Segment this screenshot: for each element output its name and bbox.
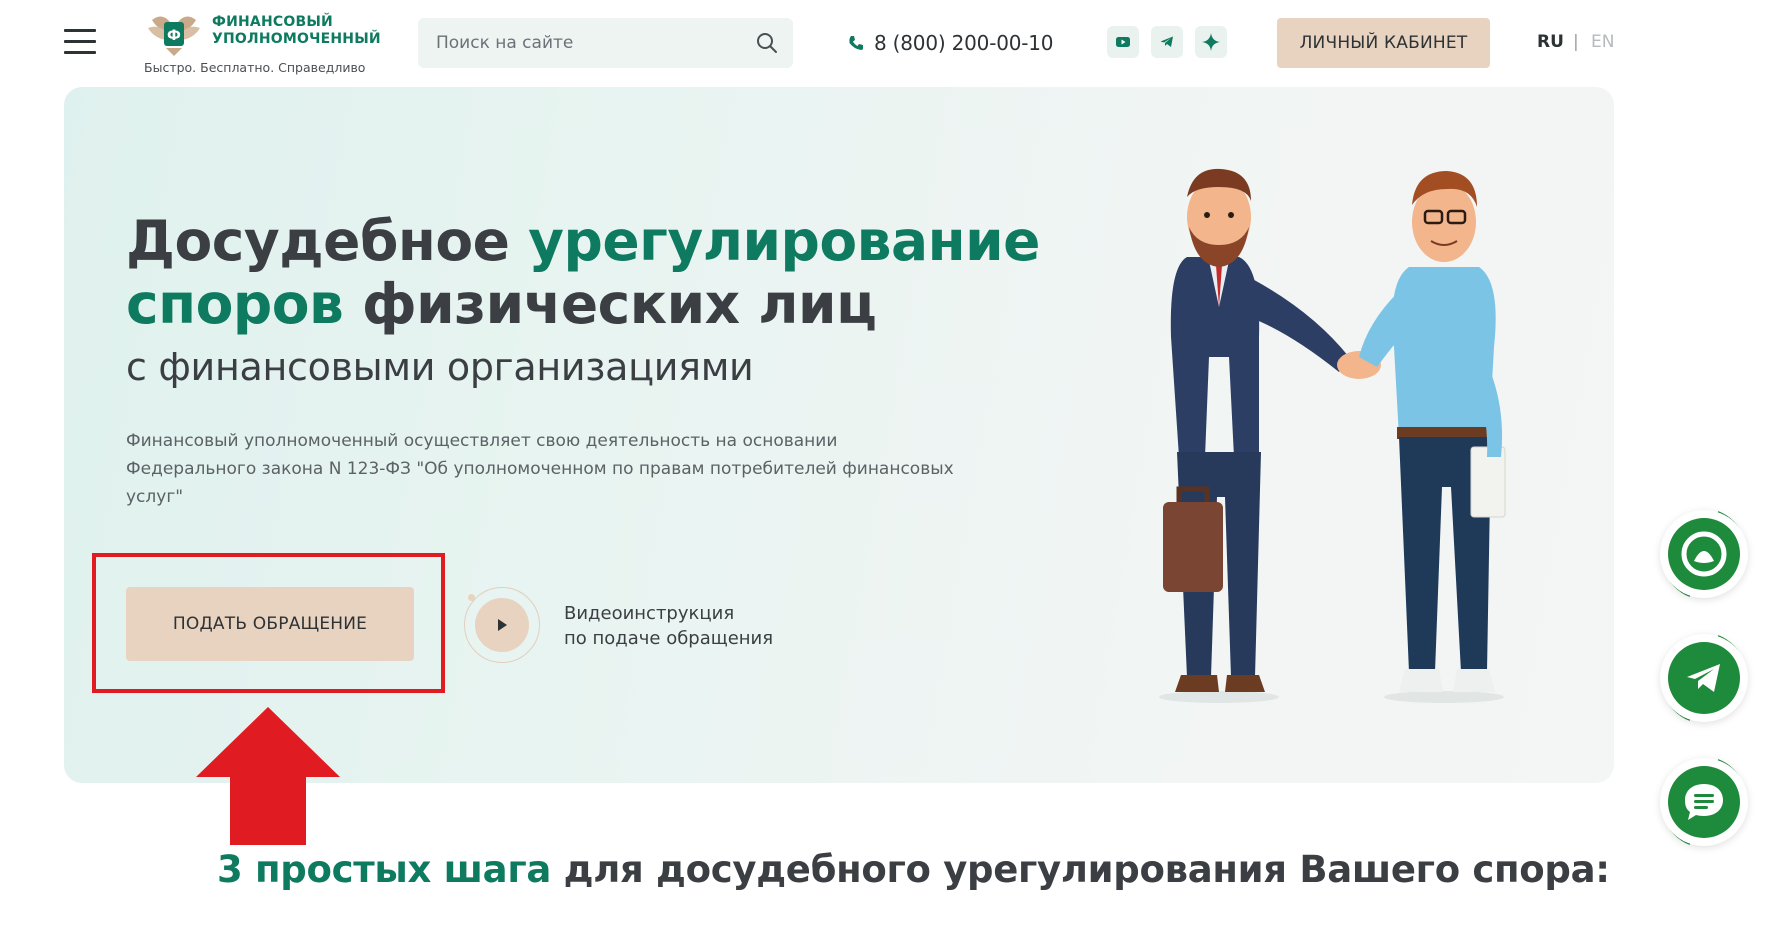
video-text-line2: по подаче обращения (564, 628, 774, 649)
title-part-4: физических лиц (343, 272, 877, 336)
youtube-icon (1116, 37, 1130, 47)
logo-name: ФИНАНСОВЫЙ УПОЛНОМОЧЕННЫЙ (212, 14, 381, 47)
chat-icon (1685, 784, 1723, 820)
hero-subtitle: с финансовыми организациями (126, 345, 754, 389)
alice-icon (1681, 531, 1727, 577)
search-box (418, 18, 793, 68)
hero-description: Финансовый уполномоченный осуществляет с… (126, 431, 954, 507)
title-part-3: споров (126, 272, 344, 336)
alice-float-button[interactable] (1650, 500, 1758, 608)
play-icon (498, 619, 507, 631)
hero-title: Досудебное урегулирование споров физичес… (126, 210, 1040, 336)
chat-float-button[interactable] (1650, 748, 1758, 856)
steps-rest: для досудебного урегулирования Вашего сп… (551, 848, 1610, 891)
steps-highlight: 3 простых шага (217, 848, 552, 891)
lang-en[interactable]: EN (1591, 32, 1614, 52)
phone-icon (849, 36, 863, 50)
telegram-icon (1160, 36, 1173, 47)
svg-text:Ф: Ф (167, 28, 181, 44)
title-part-2: урегулирование (528, 209, 1040, 273)
search-input[interactable] (436, 18, 736, 68)
annotation-arrow-up (196, 707, 340, 845)
star-icon (1202, 33, 1220, 51)
telegram-float-button[interactable] (1650, 624, 1758, 732)
video-play-button[interactable] (475, 598, 529, 652)
video-instruction-link[interactable]: Видеоинструкция по подаче обращения (564, 601, 773, 651)
annotation-highlight-box (92, 553, 445, 693)
phone-link[interactable]: 8 (800) 200-00-10 (848, 30, 1054, 56)
video-text-line1: Видеоинструкция (564, 603, 735, 624)
logo-slogan: Быстро. Бесплатно. Справедливо (144, 60, 366, 75)
steps-heading: 3 простых шага для досудебного урегулиро… (217, 848, 1610, 891)
handshake-illustration (1159, 168, 1506, 703)
star-link[interactable] (1195, 26, 1227, 58)
menu-burger-button[interactable] (64, 29, 96, 55)
youtube-link[interactable] (1107, 26, 1139, 58)
site-header: Ф ФИНАНСОВЫЙ УПОЛНОМОЧЕННЫЙ Быстро. Бесп… (0, 0, 1787, 86)
lang-separator: | (1573, 32, 1579, 52)
emblem-icon: Ф (148, 16, 200, 56)
site-logo[interactable]: Ф ФИНАНСОВЫЙ УПОЛНОМОЧЕННЫЙ Быстро. Бесп… (140, 8, 381, 78)
title-part-1: Досудебное (126, 209, 529, 273)
search-icon[interactable] (755, 31, 779, 55)
telegram-link[interactable] (1151, 26, 1183, 58)
phone-number: 8 (800) 200-00-10 (874, 31, 1054, 55)
lang-ru[interactable]: RU (1537, 32, 1564, 52)
telegram-icon (1687, 664, 1720, 692)
personal-cabinet-button[interactable]: ЛИЧНЫЙ КАБИНЕТ (1277, 18, 1490, 68)
